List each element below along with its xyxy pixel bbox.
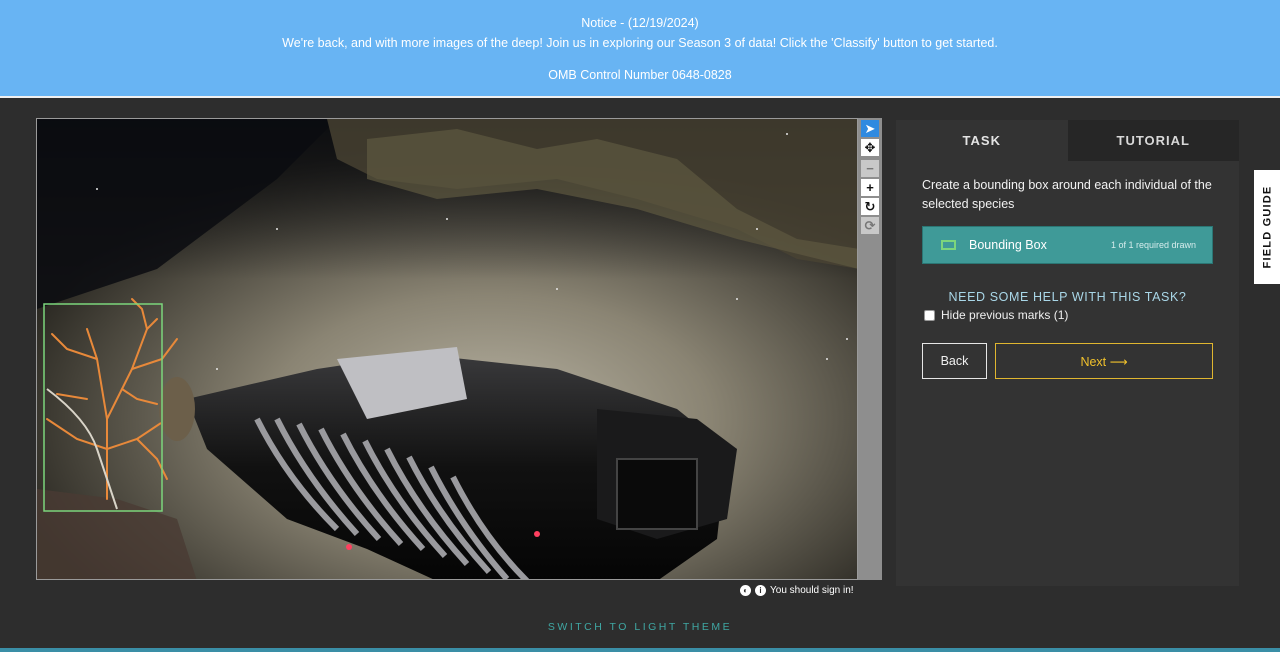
task-instruction: Create a bounding box around each indivi… (922, 178, 1212, 211)
task-tabs: TASK TUTORIAL (896, 120, 1239, 161)
help-link[interactable]: NEED SOME HELP WITH THIS TASK? (922, 290, 1213, 304)
subject-image[interactable] (37, 119, 858, 580)
rectangle-icon (941, 240, 956, 250)
bounding-box-tool-button[interactable]: Bounding Box 1 of 1 required drawn (922, 226, 1213, 264)
bounding-box-label: Bounding Box (969, 238, 1047, 252)
subject-image-viewer[interactable] (36, 118, 858, 580)
info-icon[interactable]: i (755, 584, 766, 596)
notice-title: Notice - (12/19/2024) (581, 16, 699, 30)
theme-switch-link[interactable]: SWITCH TO LIGHT THEME (0, 621, 1280, 633)
rotate-icon[interactable]: ↻ (861, 198, 879, 215)
hide-previous-marks[interactable]: Hide previous marks (1) (924, 308, 1068, 322)
field-guide-tab[interactable]: FIELD GUIDE (1254, 170, 1280, 284)
back-button[interactable]: Back (922, 343, 987, 379)
hide-marks-label: Hide previous marks (1) (941, 308, 1069, 322)
move-arrows-icon[interactable]: ✥ (861, 139, 879, 156)
sign-in-notice: You should sign in! (770, 584, 854, 596)
minus-icon[interactable]: − (861, 160, 879, 177)
cursor-arrow-icon[interactable]: ➤ (861, 120, 879, 137)
omb-control-number: OMB Control Number 0648-0828 (548, 68, 732, 82)
tab-tutorial[interactable]: TUTORIAL (1067, 120, 1239, 161)
plus-icon[interactable]: + (861, 179, 879, 196)
tab-task[interactable]: TASK (896, 120, 1068, 161)
contrast-icon[interactable]: ◐ (740, 584, 751, 596)
notice-message: We're back, and with more images of the … (282, 36, 998, 50)
reset-icon[interactable]: ⟳ (861, 217, 879, 234)
task-panel: TASK TUTORIAL Create a bounding box arou… (896, 120, 1239, 586)
bottom-divider (0, 648, 1280, 652)
required-count: 1 of 1 required drawn (1110, 240, 1196, 250)
hide-marks-checkbox[interactable] (924, 309, 935, 321)
viewer-footer: ◐ i You should sign in! (740, 582, 886, 598)
notice-banner: Notice - (12/19/2024) We're back, and wi… (0, 0, 1280, 98)
field-guide-label: FIELD GUIDE (1261, 185, 1273, 269)
image-toolbar: ➤ ✥ − + ↻ ⟳ (858, 118, 882, 580)
next-button[interactable]: Next ⟶ (995, 343, 1213, 379)
